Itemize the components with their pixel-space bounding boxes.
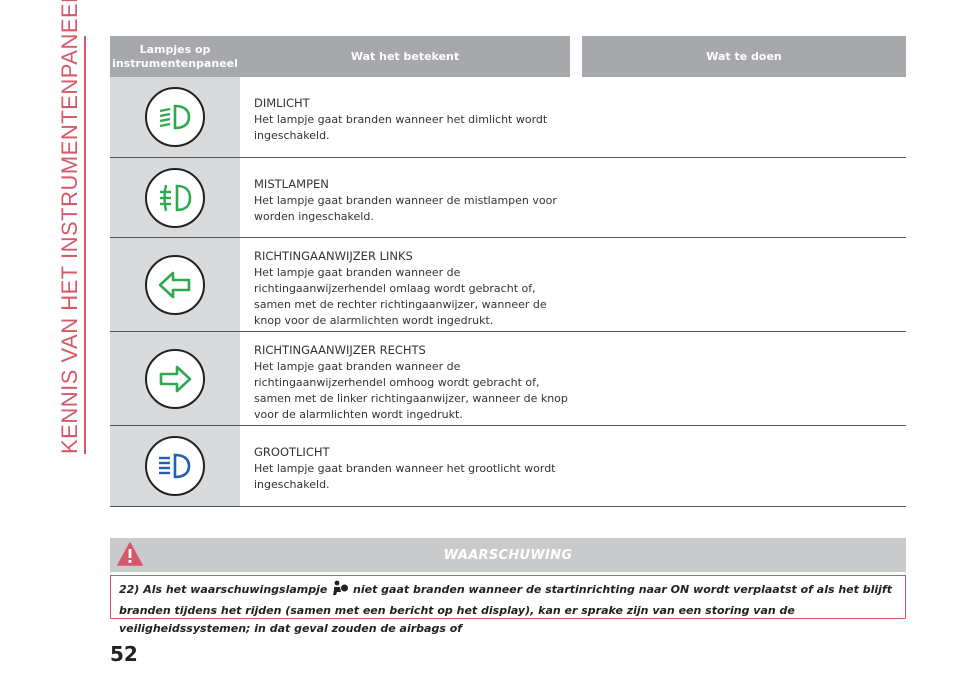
header-action: Wat te doen: [582, 36, 906, 77]
airbag-icon: [331, 580, 349, 602]
table-row: RICHTINGAANWIJZER LINKS Het lampje gaat …: [110, 238, 906, 332]
table-row: DIMLICHT Het lampje gaat branden wanneer…: [110, 77, 906, 158]
turn-right-arrow-icon: [145, 348, 205, 409]
warning-number: 22): [119, 583, 140, 596]
table-row: MISTLAMPEN Het lampje gaat branden wanne…: [110, 158, 906, 238]
row-text: Het lampje gaat branden wanneer de richt…: [254, 360, 568, 421]
table-row: GROOTLICHT Het lampje gaat branden wanne…: [110, 426, 906, 507]
row-text: Het lampje gaat branden wanneer het diml…: [254, 113, 548, 142]
header-lights: Lampjes op instrumentenpaneel: [110, 36, 240, 77]
warning-title: WAARSCHUWING: [443, 547, 573, 563]
row-title: DIMLICHT: [254, 96, 310, 110]
low-beam-icon: [145, 87, 205, 147]
table-row: RICHTINGAANWIJZER RECHTS Het lampje gaat…: [110, 332, 906, 426]
turn-left-arrow-icon: [145, 254, 205, 315]
high-beam-icon: [145, 436, 205, 496]
row-text: Het lampje gaat branden wanneer het groo…: [254, 462, 556, 491]
table-header: Lampjes op instrumentenpaneel Wat het be…: [110, 36, 906, 77]
header-meaning: Wat het betekent: [240, 36, 570, 77]
row-title: RICHTINGAANWIJZER LINKS: [254, 249, 413, 263]
row-text: Het lampje gaat branden wanneer de mistl…: [254, 194, 557, 223]
row-title: RICHTINGAANWIJZER RECHTS: [254, 343, 426, 357]
warning-text-part1: Als het waarschuwingslampje: [143, 583, 328, 596]
warning-lights-table: Lampjes op instrumentenpaneel Wat het be…: [110, 36, 906, 507]
warning-triangle-icon: [116, 541, 144, 571]
fog-light-icon: [145, 167, 205, 228]
row-title: MISTLAMPEN: [254, 177, 329, 191]
page-number: 52: [110, 642, 138, 666]
warning-text-box: 22) Als het waarschuwingslampje niet gaa…: [110, 575, 906, 635]
row-text: Het lampje gaat branden wanneer de richt…: [254, 266, 547, 327]
chapter-side-title: KENNIS VAN HET INSTRUMENTENPANEEL: [56, 0, 86, 454]
warning-header: WAARSCHUWING: [110, 538, 906, 572]
row-title: GROOTLICHT: [254, 445, 330, 459]
